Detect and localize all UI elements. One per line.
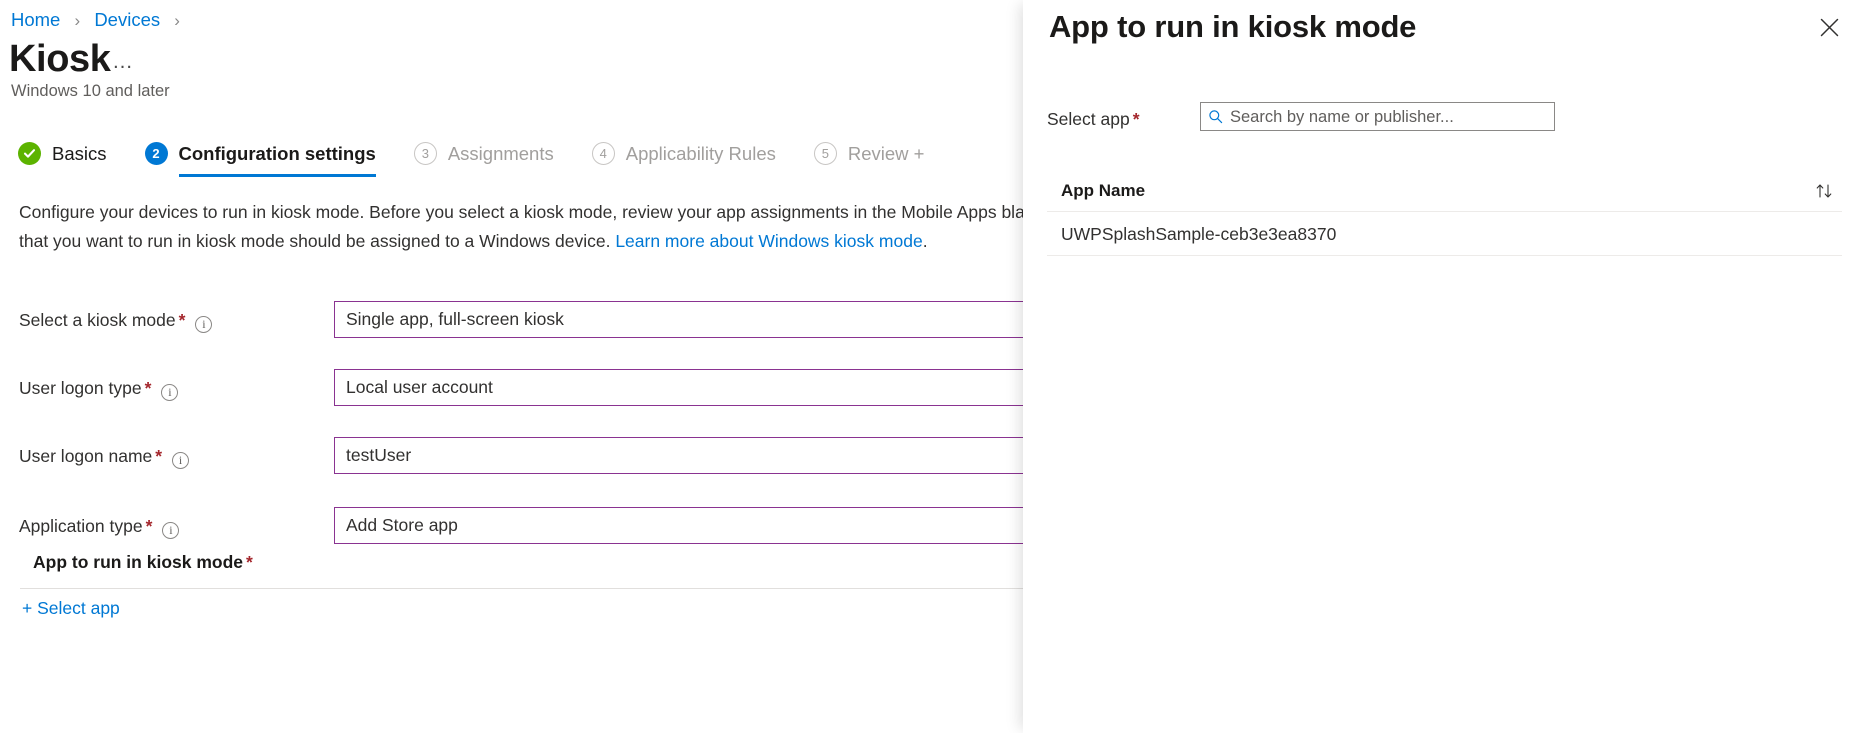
field-label-application-type: Application type* i <box>19 514 179 539</box>
field-label-text-kiosk-mode: Select a kiosk mode <box>19 310 176 330</box>
info-icon[interactable]: i <box>162 522 179 539</box>
check-circle-icon <box>18 142 41 165</box>
screen-root: Home › Devices › Kiosk … Windows 10 and … <box>0 0 1866 733</box>
step-number-badge-5: 5 <box>814 142 837 165</box>
page-subtitle: Windows 10 and later <box>11 80 170 102</box>
step-number-badge-2: 2 <box>145 142 168 165</box>
section-heading-text: App to run in kiosk mode <box>33 552 243 572</box>
required-asterisk: * <box>179 310 186 330</box>
wizard-step-label-configuration-settings: Configuration settings <box>179 142 376 165</box>
kiosk-mode-dropdown[interactable]: Single app, full-screen kiosk <box>334 301 1023 338</box>
app-picker-panel: App to run in kiosk mode Select app* Sea… <box>1023 0 1866 733</box>
field-label-kiosk-mode: Select a kiosk mode* i <box>19 308 212 333</box>
intro-description: Configure your devices to run in kiosk m… <box>19 198 1023 256</box>
kiosk-profile-blade: Home › Devices › Kiosk … Windows 10 and … <box>0 0 1023 733</box>
required-asterisk: * <box>145 378 152 398</box>
select-app-label-text: Select app <box>1047 109 1130 129</box>
wizard-step-configuration-settings[interactable]: 2 Configuration settings <box>145 142 376 177</box>
app-list-table: App Name UWPSplashSample-ceb3e3ea8370 <box>1047 170 1842 256</box>
panel-title: App to run in kiosk mode <box>1049 6 1416 48</box>
breadcrumb-separator-icon-2: › <box>174 11 180 30</box>
field-row-user-logon-type: User logon type* i Local user account <box>0 364 1023 432</box>
required-asterisk: * <box>246 552 253 572</box>
table-header-row: App Name <box>1047 170 1842 212</box>
field-label-text-application-type: Application type <box>19 516 143 536</box>
more-options-button[interactable]: … <box>112 48 134 76</box>
breadcrumb-item-home[interactable]: Home <box>11 9 60 30</box>
wizard-step-label-applicability-rules: Applicability Rules <box>626 142 776 165</box>
page-title: Kiosk <box>9 36 110 82</box>
required-asterisk: * <box>155 446 162 466</box>
step-number-badge-4: 4 <box>592 142 615 165</box>
application-type-dropdown[interactable]: Add Store app <box>334 507 1023 544</box>
select-app-field-label: Select app* <box>1047 107 1140 131</box>
required-asterisk: * <box>1133 109 1140 129</box>
grid-divider <box>20 588 1023 589</box>
field-label-text-user-logon-name: User logon name <box>19 446 152 466</box>
kiosk-mode-value: Single app, full-screen kiosk <box>346 309 564 330</box>
user-logon-name-input[interactable]: testUser <box>334 437 1023 474</box>
field-row-user-logon-name: User logon name* i testUser <box>0 432 1023 482</box>
search-placeholder: Search by name or publisher... <box>1230 106 1454 128</box>
field-label-user-logon-name: User logon name* i <box>19 444 189 469</box>
info-icon[interactable]: i <box>195 316 212 333</box>
user-logon-type-value: Local user account <box>346 377 493 398</box>
active-step-underline <box>179 174 376 177</box>
field-row-kiosk-mode: Select a kiosk mode* i Single app, full-s… <box>0 296 1023 364</box>
table-row[interactable]: UWPSplashSample-ceb3e3ea8370 <box>1047 212 1842 256</box>
select-app-link[interactable]: + Select app <box>22 588 120 620</box>
wizard-step-label-basics: Basics <box>52 142 107 165</box>
application-type-value: Add Store app <box>346 515 458 536</box>
cell-app-name: UWPSplashSample-ceb3e3ea8370 <box>1047 222 1336 246</box>
info-icon[interactable]: i <box>161 384 178 401</box>
search-icon <box>1208 109 1223 124</box>
field-label-text-user-logon-type: User logon type <box>19 378 142 398</box>
search-input[interactable]: Search by name or publisher... <box>1200 102 1555 131</box>
sort-toggle-icon[interactable] <box>1815 181 1834 200</box>
learn-more-link[interactable]: Learn more about Windows kiosk mode <box>615 231 922 251</box>
breadcrumb-separator-icon: › <box>75 11 81 30</box>
required-asterisk: * <box>146 516 153 536</box>
info-icon[interactable]: i <box>172 452 189 469</box>
wizard-step-label-review: Review + <box>848 142 925 165</box>
wizard-step-basics[interactable]: Basics <box>18 142 107 177</box>
breadcrumb-item-devices[interactable]: Devices <box>94 9 160 30</box>
wizard-step-review[interactable]: 5 Review + <box>814 142 925 177</box>
section-heading-app-to-run: App to run in kiosk mode* <box>33 550 253 574</box>
wizard-step-applicability-rules[interactable]: 4 Applicability Rules <box>592 142 776 177</box>
wizard-step-assignments[interactable]: 3 Assignments <box>414 142 554 177</box>
wizard-steps: Basics 2 Configuration settings 3 Assign… <box>18 142 924 177</box>
user-logon-name-value: testUser <box>346 445 411 466</box>
intro-text-end: . <box>923 231 928 251</box>
user-logon-type-dropdown[interactable]: Local user account <box>334 369 1023 406</box>
configuration-form: Select a kiosk mode*i Single app, full-s… <box>0 296 1023 570</box>
field-label-user-logon-type: User logon type* i <box>19 376 178 401</box>
close-icon[interactable] <box>1812 10 1846 44</box>
wizard-step-label-assignments: Assignments <box>448 142 554 165</box>
column-header-app-name[interactable]: App Name <box>1047 179 1145 202</box>
step-number-badge-3: 3 <box>414 142 437 165</box>
breadcrumb: Home › Devices › <box>11 8 189 33</box>
